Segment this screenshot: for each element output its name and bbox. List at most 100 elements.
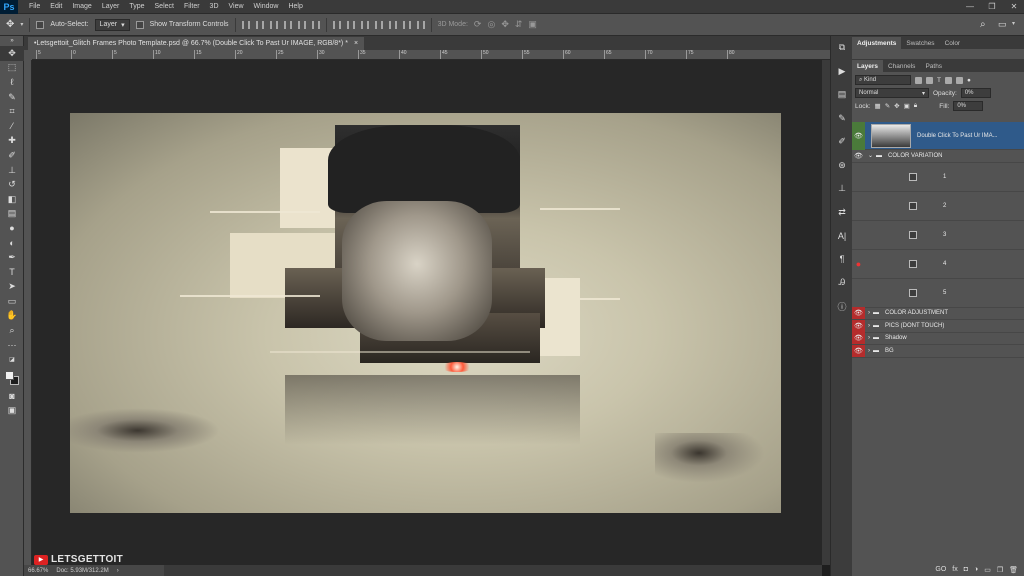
visibility-eye-icon[interactable]: 👁︎ xyxy=(852,307,865,320)
align-right-icon[interactable] xyxy=(311,20,320,29)
eraser-tool-icon[interactable]: ◧ xyxy=(0,192,24,207)
new-adjustment-icon[interactable]: ◑ xyxy=(974,566,978,573)
expand-arrow-icon[interactable]: › xyxy=(868,310,870,316)
lock-artboard-icon[interactable]: ▣ xyxy=(904,102,910,110)
layer-row[interactable]: 3 xyxy=(852,221,1024,250)
tool-presets-icon[interactable]: ⊥ xyxy=(831,177,853,201)
glyphs-panel-icon[interactable]: Ꭿ xyxy=(831,271,853,295)
visibility-eye-icon[interactable] xyxy=(852,191,865,220)
layer-row[interactable]: 👁︎ Double Click To Past Ur IMA... xyxy=(852,121,1024,150)
lock-transparent-icon[interactable]: ▦ xyxy=(875,102,881,110)
layer-row[interactable]: ● 4 xyxy=(852,250,1024,279)
gradient-tool-icon[interactable]: ▤ xyxy=(0,207,24,222)
tool-preset-dropdown-icon[interactable]: ▾ xyxy=(20,21,23,28)
menu-file[interactable]: File xyxy=(24,3,45,10)
tab-color[interactable]: Color xyxy=(940,37,966,49)
distribute-top-icon[interactable] xyxy=(332,20,341,29)
properties-panel-icon[interactable]: ▤ xyxy=(831,83,853,107)
lasso-tool-icon[interactable]: ℓ xyxy=(0,75,24,90)
visibility-eye-icon[interactable]: 👁︎ xyxy=(852,319,865,332)
add-mask-icon[interactable]: ◘ xyxy=(964,566,968,573)
more-tools-icon[interactable]: ⋯ xyxy=(0,338,24,353)
tab-paths[interactable]: Paths xyxy=(920,60,947,72)
menu-filter[interactable]: Filter xyxy=(179,3,205,10)
default-colors-icon[interactable]: ◪ xyxy=(0,352,24,367)
brush-panel-icon[interactable]: ✎ xyxy=(831,107,853,131)
document-canvas[interactable] xyxy=(70,113,781,513)
quick-select-tool-icon[interactable]: ✎ xyxy=(0,90,24,105)
menu-image[interactable]: Image xyxy=(67,3,96,10)
menu-window[interactable]: Window xyxy=(249,3,284,10)
pixel-filter-icon[interactable] xyxy=(915,76,922,84)
visibility-eye-icon[interactable]: 👁︎ xyxy=(852,344,865,357)
move-tool-icon[interactable]: ✥ xyxy=(0,46,24,61)
menu-type[interactable]: Type xyxy=(124,3,149,10)
workspace-dropdown-icon[interactable]: ▾ xyxy=(1012,20,1015,27)
smart-filter-icon[interactable] xyxy=(955,76,963,84)
stamp-tool-icon[interactable]: ⊥ xyxy=(0,163,24,178)
type-tool-icon[interactable]: T xyxy=(0,265,24,280)
align-hcenter-icon[interactable] xyxy=(297,20,306,29)
layer-row[interactable]: 1 xyxy=(852,163,1024,192)
layer-row[interactable]: 👁︎ › ▬ COLOR ADJUSTMENT xyxy=(852,307,1024,320)
horizontal-scrollbar[interactable] xyxy=(160,565,822,576)
close-tab-icon[interactable]: × xyxy=(354,40,358,47)
menu-edit[interactable]: Edit xyxy=(45,3,67,10)
align-vcenter-icon[interactable] xyxy=(255,20,264,29)
hand-tool-icon[interactable]: ✋ xyxy=(0,309,24,324)
tab-swatches[interactable]: Swatches xyxy=(901,37,939,49)
quick-mask-icon[interactable]: ◙ xyxy=(0,389,24,404)
visibility-eye-icon[interactable] xyxy=(852,278,865,307)
layer-row[interactable]: 👁︎ › ▬ Shadow xyxy=(852,332,1024,345)
brush-tool-icon[interactable]: ✐ xyxy=(0,148,24,163)
shape-filter-icon[interactable] xyxy=(944,76,952,84)
menu-view[interactable]: View xyxy=(224,3,249,10)
info-panel-icon[interactable]: ⓘ xyxy=(831,295,853,319)
fill-field[interactable]: 0% xyxy=(953,101,984,111)
new-group-icon[interactable]: ▭ xyxy=(984,566,991,574)
distribute-bottom-icon[interactable] xyxy=(360,20,369,29)
close-window-button[interactable]: ✕ xyxy=(1008,2,1020,12)
layer-row[interactable]: 2 xyxy=(852,192,1024,221)
adjust-icon[interactable]: ⇄ xyxy=(831,201,853,225)
visibility-eye-icon[interactable]: 👁︎ xyxy=(852,332,865,345)
distribute-vcenter-icon[interactable] xyxy=(346,20,355,29)
search-icon[interactable]: ⌕ xyxy=(980,19,986,30)
horizontal-ruler[interactable]: 5 0 5 10 15 20 25 30 35 40 45 50 55 60 6… xyxy=(32,50,830,60)
clone-source-icon[interactable]: ⊛ xyxy=(831,154,853,178)
adjustment-filter-icon[interactable] xyxy=(926,76,933,84)
character-panel-icon[interactable]: A| xyxy=(831,224,853,248)
opacity-field[interactable]: 0% xyxy=(960,88,991,98)
path-select-tool-icon[interactable]: ➤ xyxy=(0,280,24,295)
panel-collapse-icon[interactable]: » xyxy=(0,36,24,46)
history-panel-icon[interactable]: ⧉ xyxy=(831,36,853,60)
menu-help[interactable]: Help xyxy=(283,3,307,10)
type-filter-icon[interactable]: T xyxy=(937,77,941,84)
distribute-right-icon[interactable] xyxy=(402,20,411,29)
auto-select-dropdown[interactable]: Layer ▾ xyxy=(94,18,130,31)
layer-row[interactable]: 👁︎ ⌄ ▬ COLOR VARIATION xyxy=(852,150,1024,163)
show-transform-checkbox[interactable] xyxy=(135,20,144,29)
zoom-level[interactable]: 66.67% xyxy=(28,568,48,574)
lock-all-icon[interactable]: 🔒︎ xyxy=(914,102,917,110)
3d-scale-icon[interactable]: ▣ xyxy=(528,19,537,30)
crop-tool-icon[interactable]: ⌗ xyxy=(0,104,24,119)
auto-select-checkbox[interactable] xyxy=(36,20,45,29)
tab-adjustments[interactable]: Adjustments xyxy=(852,37,902,49)
3d-pan-icon[interactable]: ✥ xyxy=(501,19,509,30)
tab-layers[interactable]: Layers xyxy=(852,60,883,72)
align-left-icon[interactable] xyxy=(283,20,292,29)
color-swatches-icon[interactable] xyxy=(0,367,24,389)
tab-channels[interactable]: Channels xyxy=(883,60,920,72)
paragraph-panel-icon[interactable]: ¶ xyxy=(831,248,853,272)
3d-rotate-icon[interactable]: ⟳ xyxy=(474,19,482,30)
document-tab[interactable]: •Letsgettoit_Glitch Frames Photo Templat… xyxy=(28,37,365,50)
history-brush-tool-icon[interactable]: ↺ xyxy=(0,177,24,192)
menu-layer[interactable]: Layer xyxy=(97,3,125,10)
distribute-hcenter-icon[interactable] xyxy=(388,20,397,29)
visibility-eye-icon[interactable]: 👁︎ xyxy=(852,121,865,150)
visibility-eye-icon[interactable]: ● xyxy=(852,249,865,278)
vertical-ruler[interactable] xyxy=(24,60,32,565)
auto-align-icon[interactable] xyxy=(416,20,425,29)
lock-pixels-icon[interactable]: ✎ xyxy=(885,102,890,110)
